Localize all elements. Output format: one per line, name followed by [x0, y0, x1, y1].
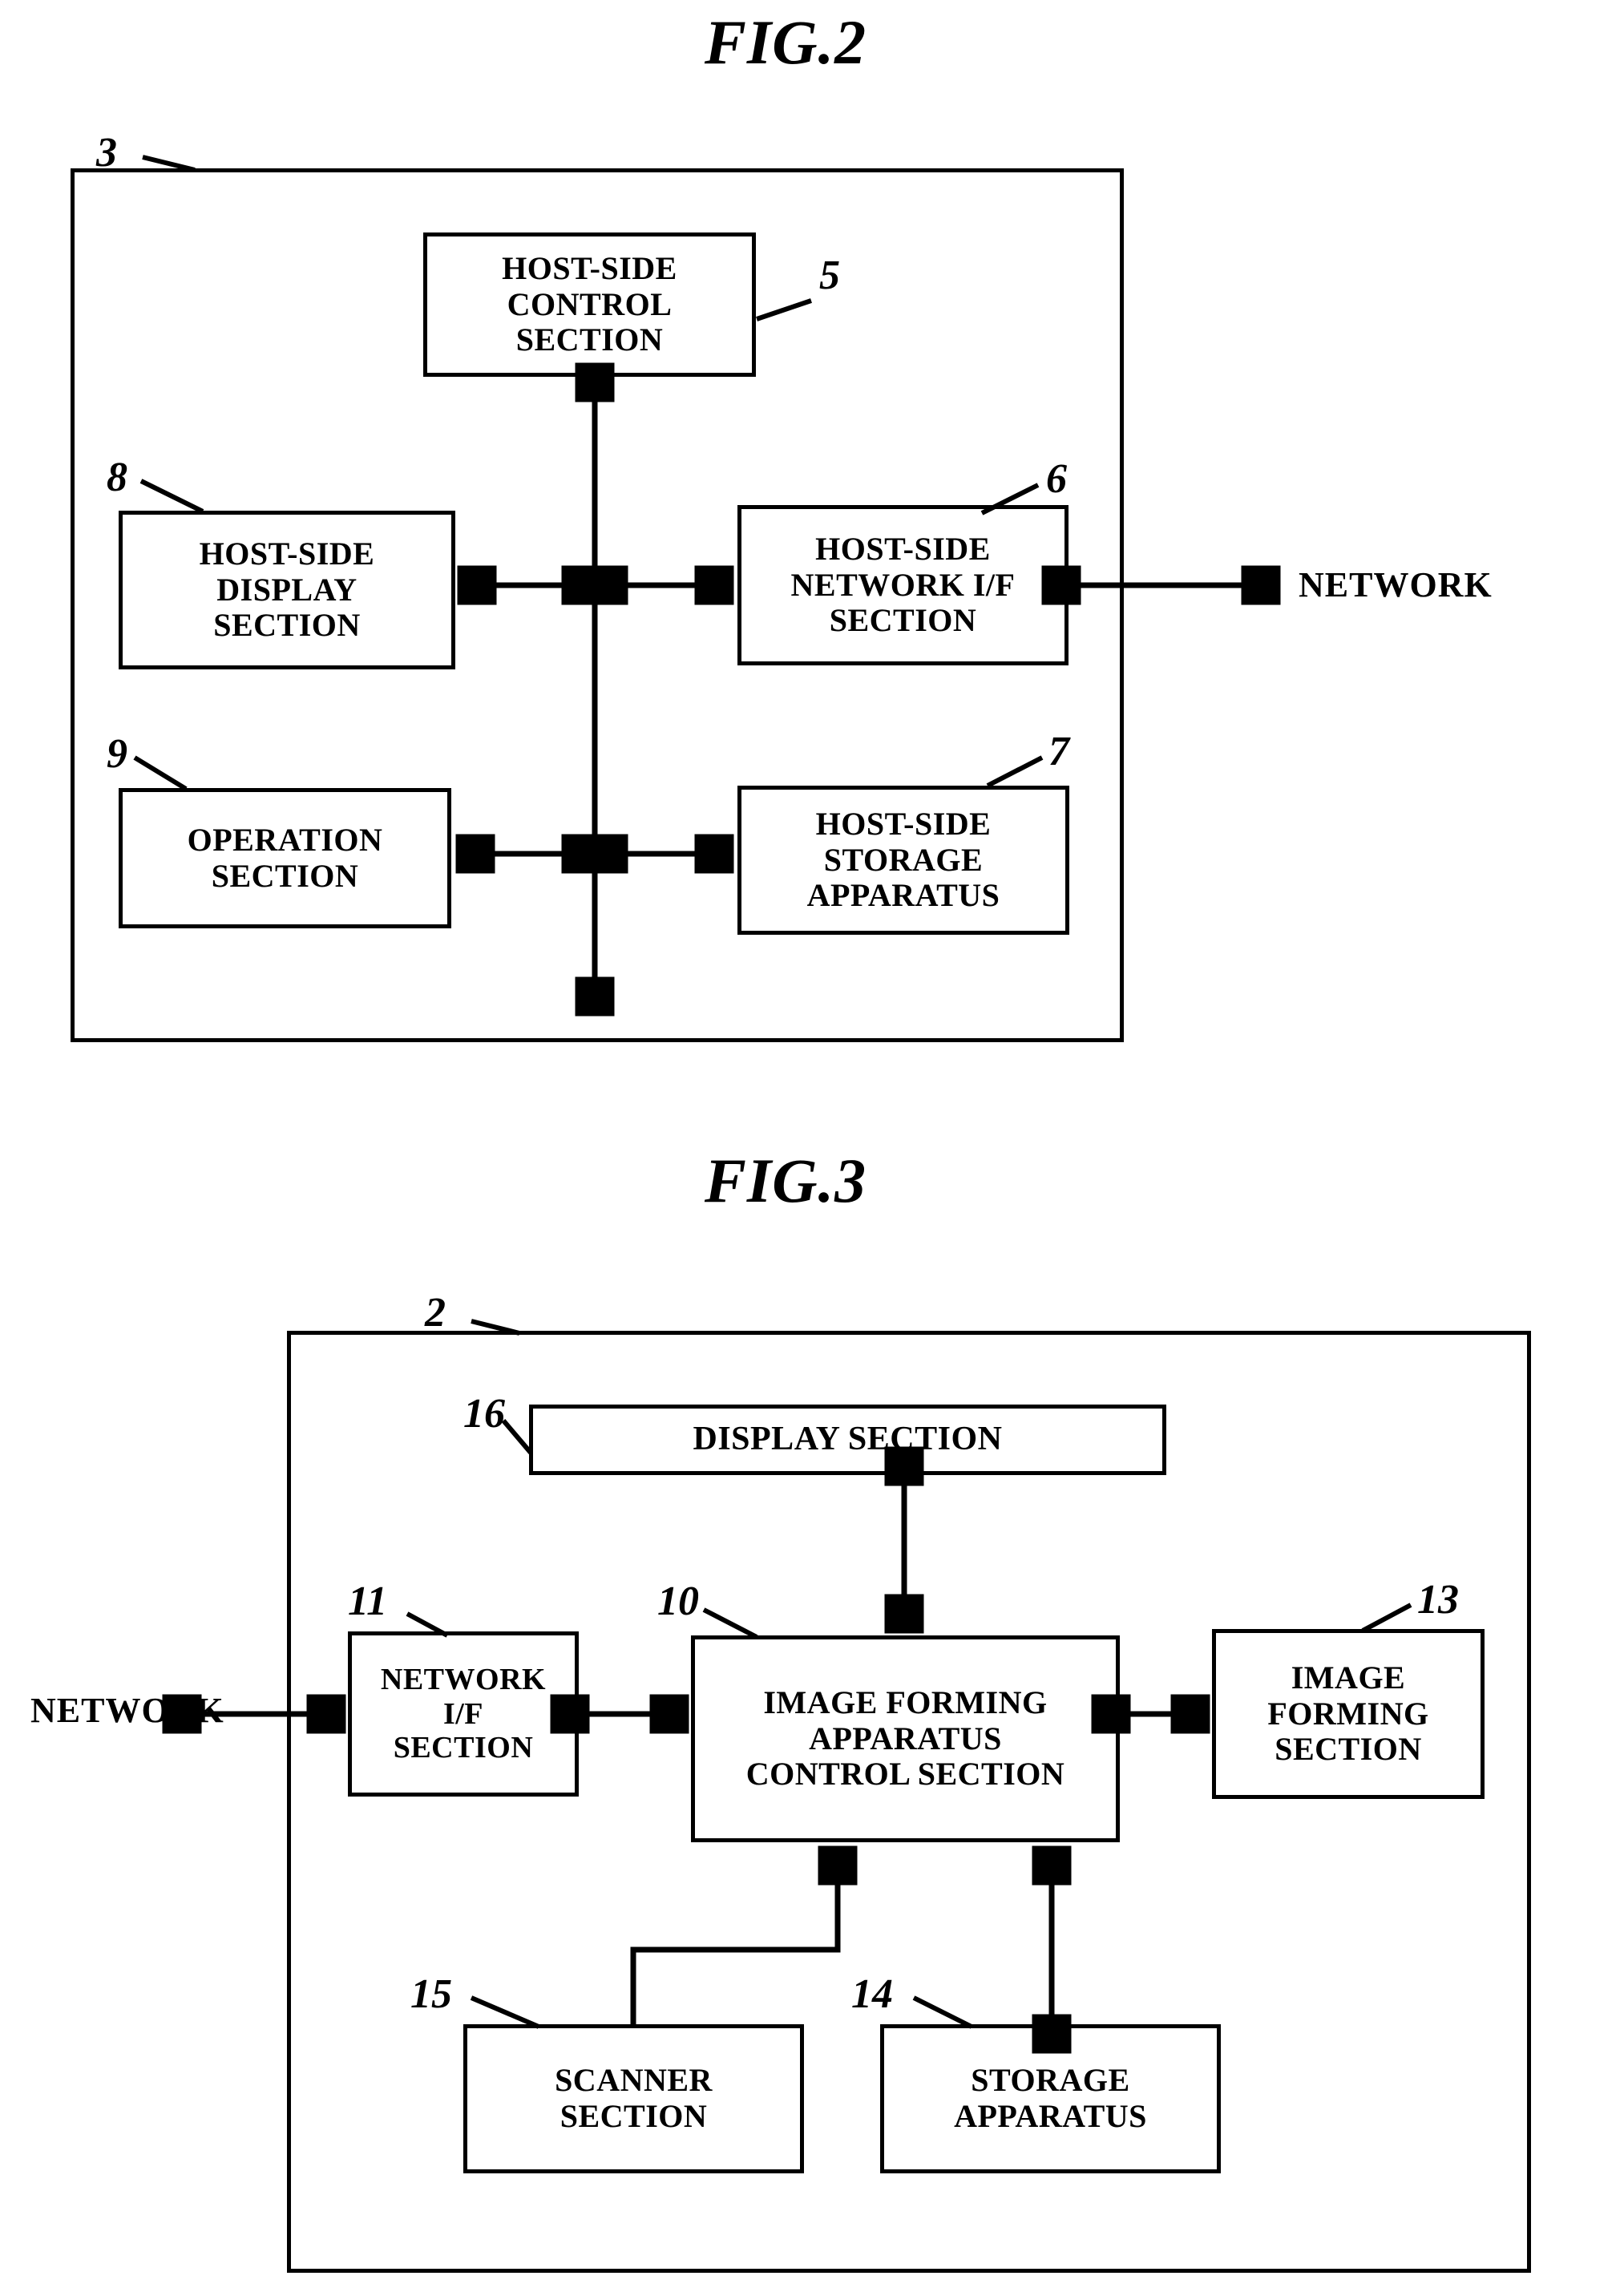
network-if-section-block[interactable]: NETWORK I/F SECTION: [348, 1631, 579, 1797]
operation-section-label: OPERATION SECTION: [187, 821, 383, 894]
host-side-control-section-ref-5: 5: [819, 253, 840, 298]
host-side-network-if-section-label: HOST-SIDE NETWORK I/F SECTION: [790, 530, 1016, 639]
operation-section-block[interactable]: OPERATION SECTION: [119, 788, 451, 928]
storage-apparatus-ref-14: 14: [851, 1971, 893, 2017]
display-section-label: DISPLAY SECTION: [693, 1421, 1003, 1458]
image-forming-apparatus-control-section-label: IMAGE FORMING APPARATUS CONTROL SECTION: [745, 1684, 1065, 1793]
storage-apparatus-block[interactable]: STORAGE APPARATUS: [880, 2024, 1221, 2173]
host-side-storage-apparatus-ref-7: 7: [1048, 729, 1069, 774]
figure-2-frame-ref-3: 3: [96, 130, 117, 176]
host-side-control-section-label: HOST-SIDE CONTROL SECTION: [502, 249, 677, 358]
network-if-section-ref-11: 11: [348, 1579, 388, 1624]
display-section-ref-16: 16: [463, 1391, 505, 1437]
image-forming-section-ref-13: 13: [1417, 1577, 1459, 1623]
network-label-right: NETWORK: [1299, 565, 1493, 604]
storage-apparatus-label: STORAGE APPARATUS: [954, 2062, 1147, 2134]
image-forming-apparatus-control-section-block[interactable]: IMAGE FORMING APPARATUS CONTROL SECTION: [691, 1635, 1120, 1842]
host-side-storage-apparatus-block[interactable]: HOST-SIDE STORAGE APPARATUS: [737, 786, 1069, 935]
scanner-section-block[interactable]: SCANNER SECTION: [463, 2024, 804, 2173]
image-forming-section-label: IMAGE FORMING SECTION: [1267, 1659, 1429, 1768]
figure-3-frame-ref-2: 2: [425, 1290, 446, 1336]
host-side-display-section-ref-8: 8: [107, 455, 127, 500]
network-if-section-label: NETWORK I/F SECTION: [380, 1663, 547, 1765]
figure-3-title: FIG.3: [704, 1146, 867, 1215]
figure-2-title: FIG.2: [704, 7, 867, 77]
host-side-network-if-section-ref-6: 6: [1046, 456, 1067, 502]
host-side-display-section-block[interactable]: HOST-SIDE DISPLAY SECTION: [119, 511, 455, 669]
network-label-left: NETWORK: [30, 1691, 224, 1730]
scanner-section-label: SCANNER SECTION: [555, 2062, 713, 2134]
operation-section-ref-9: 9: [107, 731, 127, 777]
display-section-block[interactable]: DISPLAY SECTION: [529, 1405, 1166, 1475]
image-forming-apparatus-control-section-ref-10: 10: [657, 1579, 699, 1624]
scanner-section-ref-15: 15: [410, 1971, 452, 2017]
host-side-storage-apparatus-label: HOST-SIDE STORAGE APPARATUS: [806, 805, 1000, 914]
host-side-control-section-block[interactable]: HOST-SIDE CONTROL SECTION: [423, 232, 756, 377]
host-side-display-section-label: HOST-SIDE DISPLAY SECTION: [199, 535, 375, 644]
image-forming-section-block[interactable]: IMAGE FORMING SECTION: [1212, 1629, 1485, 1799]
host-side-network-if-section-block[interactable]: HOST-SIDE NETWORK I/F SECTION: [737, 505, 1069, 665]
